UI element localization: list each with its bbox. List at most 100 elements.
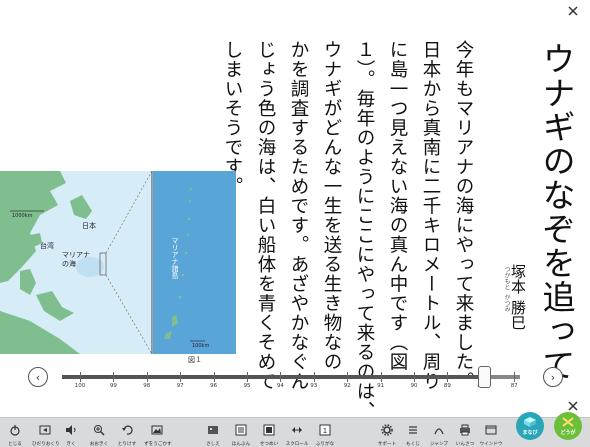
toolbar-label: サポート (377, 442, 397, 447)
next-page-button[interactable]: › (543, 367, 563, 387)
slider-tick-label: 97 (176, 383, 184, 389)
slider-tick (380, 372, 382, 382)
slider-tick (180, 372, 182, 382)
slider-tick (247, 372, 248, 382)
slider-tick (80, 372, 81, 382)
printer-icon (460, 424, 470, 436)
page-slider[interactable]: ‹ 10099989796959493929190898887 › (0, 365, 590, 395)
print-button[interactable]: いんさつ (452, 421, 478, 447)
toolbar-label: ウインドウ (479, 442, 503, 447)
toolbar-label: もくじ (406, 442, 420, 447)
jump-icon (434, 428, 444, 435)
scroll-button[interactable]: スクロール (284, 421, 310, 447)
zoom-in-button[interactable]: おおきく (86, 421, 112, 447)
jump-button[interactable]: ジャンプ (426, 421, 452, 447)
slider-tick (213, 372, 215, 382)
toolbar-label: きく (66, 442, 76, 447)
support-button[interactable]: サポート (374, 421, 400, 447)
slider-tick (414, 372, 415, 382)
cube-icon (524, 417, 536, 427)
author-ruby-given: かつみ (503, 294, 510, 312)
slider-tick (514, 372, 516, 382)
slider-tick (113, 372, 115, 382)
map-label-mariana-sea: マリアナ の海 (62, 251, 90, 268)
body-column-1: 今年もマリアナの海にやって来ました。 (453, 40, 474, 391)
slider-tick-label: 100 (74, 383, 86, 389)
text-icon (235, 424, 247, 436)
turn-left-button[interactable]: ひだりおくり (32, 421, 60, 447)
map-label-mariana-islands: マリアナ諸島 (171, 237, 179, 279)
furigana-button[interactable]: 1 ふりがな (312, 421, 338, 447)
toolbar-label: ずをうごかす (144, 442, 172, 447)
body-column-2: 日本から真南に二千キロメートル、周り (420, 40, 441, 391)
toolbar-label: とりけす (117, 442, 137, 447)
map-scale-left: 1000km (12, 213, 33, 219)
map-label-taiwan: 台湾 (40, 242, 54, 250)
slider-tick-label: 94 (276, 383, 284, 389)
body-column-3: に島一つ見えない海の真ん中です（図 (387, 40, 408, 372)
power-icon (10, 425, 20, 436)
prev-page-button[interactable]: ‹ (28, 367, 48, 387)
close-book-button[interactable]: とじる (2, 421, 28, 447)
author-ruby-family: つかもと (503, 266, 510, 290)
slider-tick-label: 87 (510, 383, 518, 389)
slider-tick-label: 93 (310, 383, 318, 389)
gear-icon (381, 424, 393, 436)
bottom-toolbar: とじる ひだりおくり きく おおきく とりけす ずをうごかす さしえ ほんぶん … (0, 412, 590, 447)
toolbar-label: せつめい (259, 442, 279, 447)
figure-map[interactable]: 1000km 日本 台湾 マリアナ の海 マリアナ諸島 100km (0, 171, 236, 354)
undo-button[interactable]: とりけす (114, 421, 140, 447)
slider-tick (347, 372, 349, 382)
contents-button[interactable]: もくじ (400, 421, 426, 447)
toolbar-label: おおきく (89, 442, 109, 447)
toolbar-label: ひだりおくり (32, 442, 60, 447)
listen-button[interactable]: きく (58, 421, 84, 447)
slider-tick (313, 372, 315, 382)
story-title: ウナギのなぞを追って (537, 42, 576, 382)
explanation-button[interactable]: せつめい (256, 421, 282, 447)
body-column-5: ウナギがどんな一生を送る生き物なの (321, 40, 342, 372)
figure-caption: 図１ (188, 356, 202, 364)
zoom-in-icon (94, 425, 105, 436)
body-text-button[interactable]: ほんぶん (228, 421, 254, 447)
toolbar-label: とじる (8, 442, 22, 447)
slider-tick-label: 99 (109, 383, 117, 389)
slider-tick-label: 98 (143, 383, 151, 389)
slider-thumb[interactable] (478, 366, 491, 388)
toolbar-label: ふりがな (315, 442, 335, 447)
window-icon (485, 425, 497, 435)
window-button[interactable]: ウインドウ (478, 421, 504, 447)
toolbar-label: ほんぶん (231, 442, 251, 447)
reader-page: ウナギのなぞを追って 塚本勝巳 つかもと かつみ 今年もマリアナの海にやって来ま… (0, 0, 590, 421)
author-name: 塚本勝巳 (508, 264, 528, 330)
speaker-icon (66, 425, 76, 435)
slider-track-filled (62, 375, 484, 379)
move-figure-button[interactable]: ずをうごかす (144, 421, 172, 447)
explanation-icon (263, 424, 275, 436)
video-icon (562, 417, 574, 427)
illustration-button[interactable]: さしえ (200, 421, 226, 447)
slider-tick-label: 91 (377, 383, 385, 389)
slider-tick-label: 96 (210, 383, 218, 389)
picture-icon (208, 426, 218, 434)
image-icon (151, 425, 163, 435)
undo-icon (122, 425, 133, 435)
toolbar-label: さしえ (206, 442, 220, 447)
manabi-button[interactable]: まなび (516, 412, 544, 440)
page-turn-icon (39, 425, 51, 435)
chevron-right-icon: › (550, 370, 556, 384)
slider-tick (447, 372, 449, 382)
slider-tick (280, 372, 282, 382)
map-graphic (0, 171, 236, 354)
furigana-icon: 1 (319, 424, 331, 436)
map-label-japan: 日本 (82, 222, 96, 230)
toolbar-label: スクロール (285, 442, 309, 447)
body-column-4: １）。毎年のようにここにやって来るのは、 (354, 40, 375, 421)
map-scale-right: 100km (192, 343, 210, 349)
toolbar-label: いんさつ (455, 442, 475, 447)
close-icon-bottom[interactable] (566, 399, 580, 413)
slider-tick-label: 90 (410, 383, 418, 389)
chevron-left-icon: ‹ (35, 370, 41, 384)
close-icon[interactable] (566, 4, 580, 18)
douga-button[interactable]: どうが (554, 412, 582, 440)
